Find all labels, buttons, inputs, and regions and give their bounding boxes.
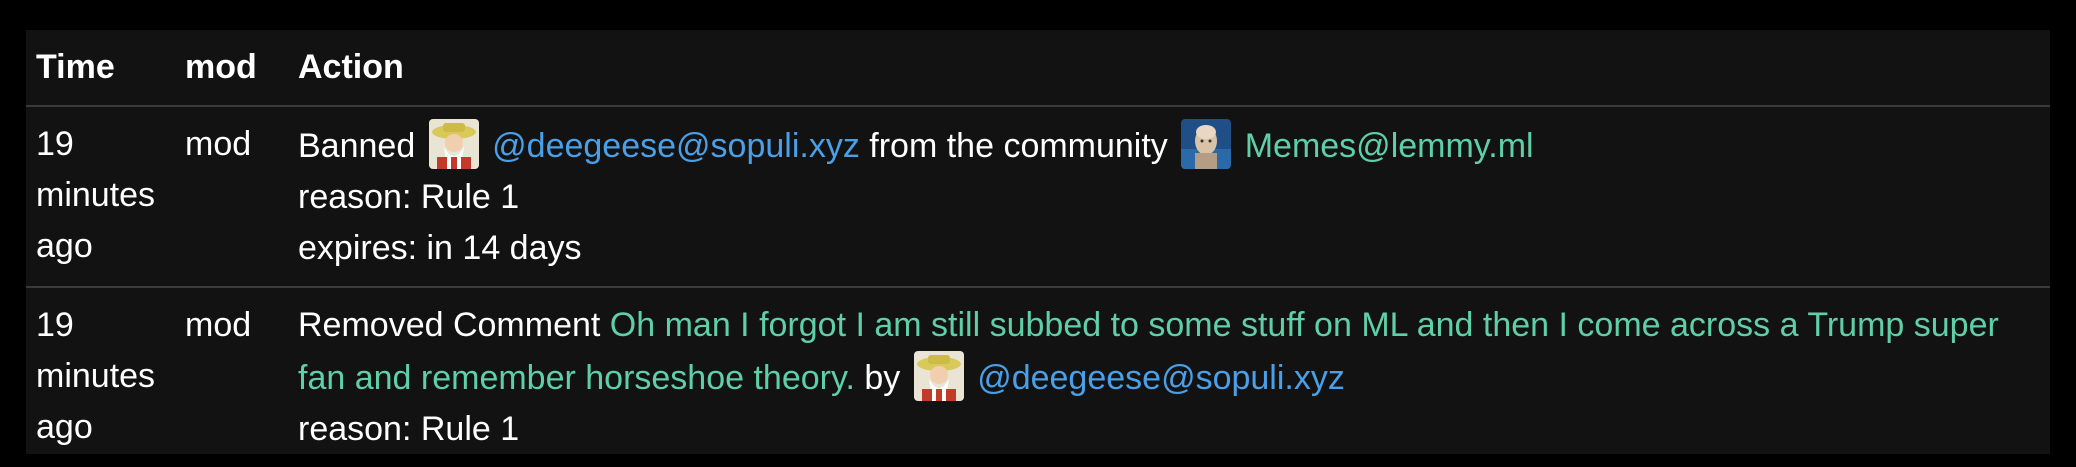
table-row: 19 minutes ago mod Removed Comment Oh ma…	[26, 287, 2050, 467]
action-type: Removed Comment	[298, 306, 601, 344]
modlog-panel: Time mod Action 19 minutes ago mod Banne…	[26, 30, 2050, 454]
modlog-table: Time mod Action 19 minutes ago mod Banne…	[26, 30, 2050, 467]
row-mod: mod	[185, 306, 252, 344]
header-mod: mod	[185, 48, 257, 86]
expires-text: expires: in 14 days	[298, 229, 582, 267]
by-text: by	[864, 359, 901, 397]
farmer-avatar-icon[interactable]	[428, 119, 479, 169]
table-row: 19 minutes ago mod Banned @deegeese@sopu…	[26, 106, 2050, 287]
row-action: Banned @deegeese@sopuli.xyz from the com…	[288, 106, 2050, 287]
header-action: Action	[298, 48, 404, 86]
row-time: 19 minutes ago	[36, 125, 156, 265]
row-time: 19 minutes ago	[36, 306, 156, 446]
modlog-table-body: 19 minutes ago mod Banned @deegeese@sopu…	[26, 106, 2050, 467]
reason-text: reason: Rule 1	[298, 178, 520, 216]
header-time: Time	[36, 48, 115, 86]
action-type: Banned	[298, 127, 416, 165]
row-mod: mod	[185, 125, 252, 163]
action-line: Banned @deegeese@sopuli.xyz from the com…	[298, 119, 2040, 172]
community-link[interactable]: Memes@lemmy.ml	[1245, 127, 1534, 165]
farmer-avatar-icon[interactable]	[913, 351, 964, 401]
action-middle-text: from the community	[869, 127, 1168, 165]
action-line: Removed Comment Oh man I forgot I am sti…	[298, 300, 2040, 404]
stonks-avatar-icon[interactable]	[1181, 119, 1232, 169]
modlog-table-header: Time mod Action	[26, 30, 2050, 106]
reason-text: reason: Rule 1	[298, 410, 520, 448]
row-action: Removed Comment Oh man I forgot I am sti…	[288, 287, 2050, 467]
header-row: Time mod Action	[26, 30, 2050, 106]
user-link[interactable]: @deegeese@sopuli.xyz	[492, 127, 860, 165]
user-link[interactable]: @deegeese@sopuli.xyz	[977, 359, 1345, 397]
